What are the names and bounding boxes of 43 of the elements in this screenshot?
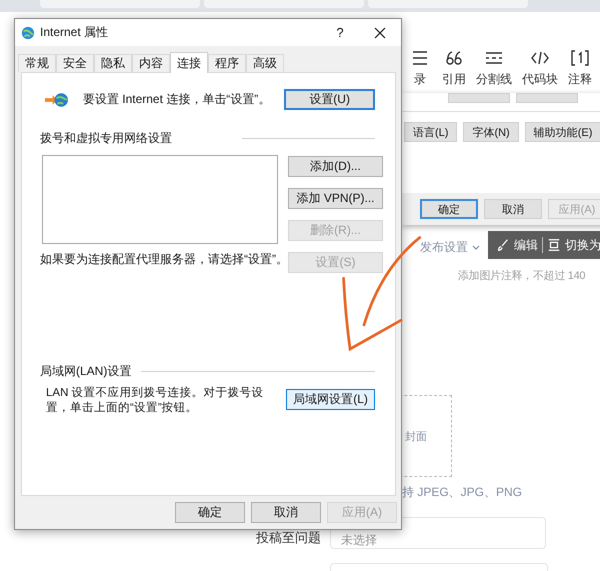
- dialog-button[interactable]: 取消: [251, 502, 321, 523]
- tab[interactable]: 高级: [246, 54, 284, 72]
- tab[interactable]: 连接: [170, 52, 208, 73]
- tab[interactable]: 程序: [208, 54, 246, 72]
- group-title: 局域网(LAN)设置: [40, 363, 132, 380]
- setup-button[interactable]: 设置(U): [284, 89, 375, 110]
- toolbar-button[interactable]: 录: [408, 48, 432, 93]
- dialog-button[interactable]: 添加(D)...: [288, 156, 383, 177]
- dialog-button[interactable]: 辅助功能(E): [524, 122, 600, 142]
- footnote-icon: [570, 48, 590, 68]
- dialog-button[interactable]: 确定: [175, 502, 245, 523]
- setup-instruction: 要设置 Internet 连接，单击“设置”。: [82, 91, 270, 108]
- help-button[interactable]: ?: [326, 20, 354, 44]
- dialog-button[interactable]: [448, 93, 510, 103]
- format-hint: 持 JPEG、JPG、PNG: [402, 484, 522, 501]
- connection-list[interactable]: [42, 155, 278, 244]
- tab[interactable]: 隐私: [94, 54, 132, 72]
- toolbar-button[interactable]: 切换为: [547, 236, 600, 254]
- frame-icon: [547, 238, 561, 252]
- close-icon: [374, 26, 386, 38]
- dialog-button[interactable]: 确定: [420, 199, 478, 219]
- toolbar-button[interactable]: 代码块: [522, 48, 558, 93]
- chevron-down-icon: [471, 242, 481, 252]
- proxy-instruction: 如果要为连接配置代理服务器，请选择“设置”。: [40, 251, 278, 268]
- toolbar-button[interactable]: 注释: [568, 48, 592, 93]
- brush-icon: [496, 238, 510, 252]
- tab[interactable]: 常规: [18, 54, 56, 72]
- toolbar-button[interactable]: 引用: [442, 48, 466, 93]
- globe-icon: [21, 26, 35, 40]
- dialog-button[interactable]: [516, 93, 578, 103]
- lan-instruction: LAN 设置不应用到拨号连接。对于拨号设置，单击上面的“设置”按钮。: [46, 386, 265, 416]
- dialog-button[interactable]: 字体(N): [463, 122, 519, 142]
- tab[interactable]: 安全: [56, 54, 94, 72]
- lan-settings-button[interactable]: 局域网设置(L): [286, 389, 375, 410]
- dialog-button[interactable]: 添加 VPN(P)...: [288, 188, 383, 209]
- group-title: 拨号和虚拟专用网络设置: [40, 130, 172, 147]
- tab[interactable]: 内容: [132, 54, 170, 72]
- dialog-button[interactable]: 语言(L): [404, 122, 458, 142]
- dialog-button[interactable]: 取消: [484, 199, 542, 219]
- toolbar-button[interactable]: 编辑: [496, 236, 538, 254]
- window-title: Internet 属性: [40, 24, 110, 41]
- toolbar-button[interactable]: 分割线: [476, 48, 512, 93]
- question-label: 投稿至问题: [256, 529, 321, 547]
